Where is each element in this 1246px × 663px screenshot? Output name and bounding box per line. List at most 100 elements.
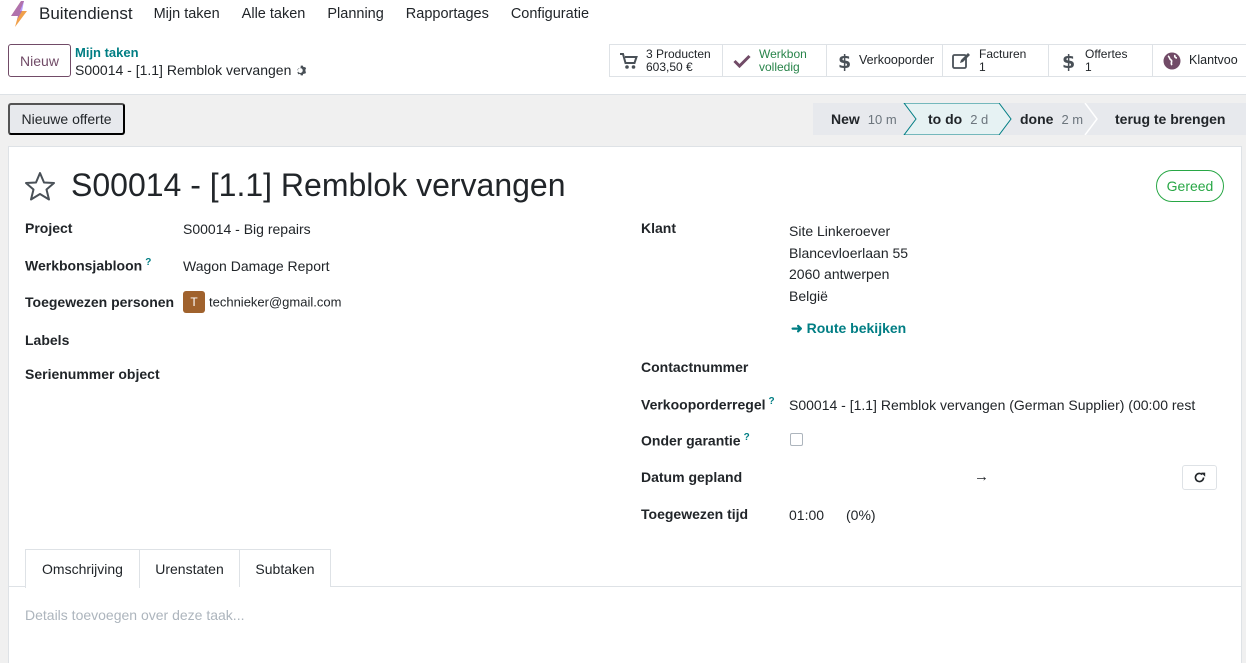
customer-name: Site Linkeroever xyxy=(789,223,891,239)
stage-new[interactable]: New 10 m xyxy=(813,103,904,135)
sale-line-label-text: Verkooporderregel xyxy=(641,396,766,413)
stage-done-duration: 2 m xyxy=(1061,111,1084,127)
allocated-time-label: Toegewezen tijd xyxy=(641,506,749,522)
new-quotation-button[interactable]: Nieuwe offerte xyxy=(8,103,125,135)
quotations-count: 1 xyxy=(1085,59,1092,74)
status-bar: Nieuwe offerte New 10 m to do 2 d done 2… xyxy=(0,96,1246,141)
dollar-icon: $ xyxy=(835,51,853,71)
help-icon[interactable]: ? xyxy=(744,432,750,443)
customer-street: Blancevloerlaan 55 xyxy=(789,244,909,261)
breadcrumb-current: S00014 - [1.1] Remblok vervangen xyxy=(75,62,308,78)
allocated-time-field[interactable]: 01:00 xyxy=(789,507,824,523)
smart-button-quotations[interactable]: $ Offertes 1 xyxy=(1049,45,1153,76)
sale-line-field[interactable]: S00014 - [1.1] Remblok vervangen (German… xyxy=(789,397,1195,413)
customer-label: Klant xyxy=(641,220,676,236)
menu-alle-taken[interactable]: Alle taken xyxy=(242,6,306,22)
cart-icon xyxy=(618,52,640,70)
worksheet-state: volledig xyxy=(759,59,800,74)
menu-planning[interactable]: Planning xyxy=(327,6,383,22)
check-icon xyxy=(731,54,753,68)
project-field[interactable]: S00014 - Big repairs xyxy=(183,221,311,237)
sales-order-label: Verkooporder xyxy=(858,53,934,67)
menu-rapportages[interactable]: Rapportages xyxy=(406,6,489,22)
stage-to-do[interactable]: to do 2 d xyxy=(904,103,1000,135)
tab-urenstaten[interactable]: Urenstaten xyxy=(139,549,240,587)
notebook-tabs: Omschrijving Urenstaten Subtaken xyxy=(9,549,1241,588)
menu-configuratie[interactable]: Configuratie xyxy=(511,6,589,22)
route-link-label: Route bekijken xyxy=(806,320,907,336)
assignees-label: Toegewezen personen xyxy=(25,294,175,310)
refresh-button[interactable] xyxy=(1182,465,1217,490)
app-logo-icon[interactable] xyxy=(8,1,30,27)
breadcrumb-parent[interactable]: Mijn taken xyxy=(75,45,139,60)
worksheet-label: Werkbon xyxy=(759,46,807,61)
stage-terug-te-brengen[interactable]: terug te brengen xyxy=(1089,103,1246,135)
stage-done-label: done xyxy=(1020,111,1054,127)
assignee-email: technieker@gmail.com xyxy=(209,294,342,310)
stage-done[interactable]: done 2 m xyxy=(1000,103,1089,135)
arrow-right-icon: ➜ xyxy=(791,320,803,336)
worksheet-template-label-text: Werkbonsjabloon xyxy=(25,257,143,274)
planned-date-label: Datum gepland xyxy=(641,469,743,485)
gear-icon[interactable] xyxy=(295,64,308,77)
tab-omschrijving[interactable]: Omschrijving xyxy=(25,549,140,588)
customer-country: België xyxy=(789,287,828,304)
date-range-arrow: → xyxy=(974,468,989,485)
products-total: 603,50 € xyxy=(646,59,693,74)
worksheet-template-label: Werkbonsjabloon? xyxy=(25,257,151,274)
description-editor[interactable]: Details toevoegen over deze taak... xyxy=(25,607,244,623)
svg-text:$: $ xyxy=(1062,51,1074,71)
dollar-icon: $ xyxy=(1057,51,1079,71)
top-navbar: Buitendienst Mijn taken Alle taken Plann… xyxy=(0,0,1246,28)
help-icon[interactable]: ? xyxy=(145,257,151,268)
tab-subtaken[interactable]: Subtaken xyxy=(239,549,331,587)
serial-number-label: Serienummer object xyxy=(25,366,160,382)
route-link[interactable]: ➜ Route bekijken xyxy=(791,320,906,337)
smart-button-customer-preview[interactable]: Klantvoo xyxy=(1153,45,1246,76)
record-title[interactable]: S00014 - [1.1] Remblok vervangen xyxy=(71,167,566,204)
customer-city: 2060 antwerpen xyxy=(789,266,890,282)
products-count: 3 Producten xyxy=(646,46,711,61)
smart-button-products[interactable]: 3 Producten 603,50 € xyxy=(610,45,723,76)
edit-icon xyxy=(951,52,973,70)
warranty-checkbox[interactable] xyxy=(790,433,803,446)
menu-mijn-taken[interactable]: Mijn taken xyxy=(154,6,220,22)
title-row: S00014 - [1.1] Remblok vervangen xyxy=(24,167,566,204)
sale-line-label: Verkooporderregel? xyxy=(641,396,775,413)
warranty-label: Onder garantie? xyxy=(641,432,750,449)
avatar: T xyxy=(183,291,205,313)
customer-preview-label: Klantvoo xyxy=(1189,53,1238,67)
state-badge[interactable]: Gereed xyxy=(1156,170,1224,202)
stage-new-duration: 10 m xyxy=(867,111,897,127)
globe-icon xyxy=(1161,52,1183,70)
app-name[interactable]: Buitendienst xyxy=(39,4,133,24)
assignees-field[interactable]: Ttechnieker@gmail.com xyxy=(183,291,341,313)
contact-number-label: Contactnummer xyxy=(641,359,749,375)
star-icon[interactable] xyxy=(24,171,56,201)
control-panel: Nieuw Mijn taken S00014 - [1.1] Remblok … xyxy=(0,28,1246,95)
stage-new-label: New xyxy=(831,111,860,127)
invoices-count: 1 xyxy=(979,59,986,74)
refresh-icon xyxy=(1194,472,1206,483)
smart-button-sales-order[interactable]: $ Verkooporder xyxy=(827,45,943,76)
allocated-time-percent: (0%) xyxy=(846,507,876,523)
project-label: Project xyxy=(25,220,73,236)
new-button[interactable]: Nieuw xyxy=(8,44,71,77)
smart-button-invoices[interactable]: Facturen 1 xyxy=(943,45,1049,76)
svg-text:$: $ xyxy=(838,51,850,71)
smart-buttons: 3 Producten 603,50 € Werkbon volledig $ Ve… xyxy=(609,44,1246,77)
invoices-label: Facturen xyxy=(979,46,1027,61)
customer-address[interactable]: Site Linkeroever Blancevloerlaan 55 2060… xyxy=(789,221,908,307)
stage-pipeline: New 10 m to do 2 d done 2 m terug te bre… xyxy=(813,103,1246,135)
help-icon[interactable]: ? xyxy=(769,396,775,407)
form-sheet: S00014 - [1.1] Remblok vervangen Gereed … xyxy=(8,146,1242,663)
warranty-label-text: Onder garantie xyxy=(641,432,741,449)
worksheet-template-field[interactable]: Wagon Damage Report xyxy=(183,258,330,274)
stage-terug-label: terug te brengen xyxy=(1115,111,1226,127)
quotations-label: Offertes xyxy=(1085,46,1128,61)
labels-label: Labels xyxy=(25,332,70,348)
smart-button-worksheet[interactable]: Werkbon volledig xyxy=(723,45,827,76)
breadcrumb-current-label: S00014 - [1.1] Remblok vervangen xyxy=(75,62,292,78)
stage-to-do-label: to do xyxy=(928,111,963,127)
stage-to-do-duration: 2 d xyxy=(970,111,989,127)
